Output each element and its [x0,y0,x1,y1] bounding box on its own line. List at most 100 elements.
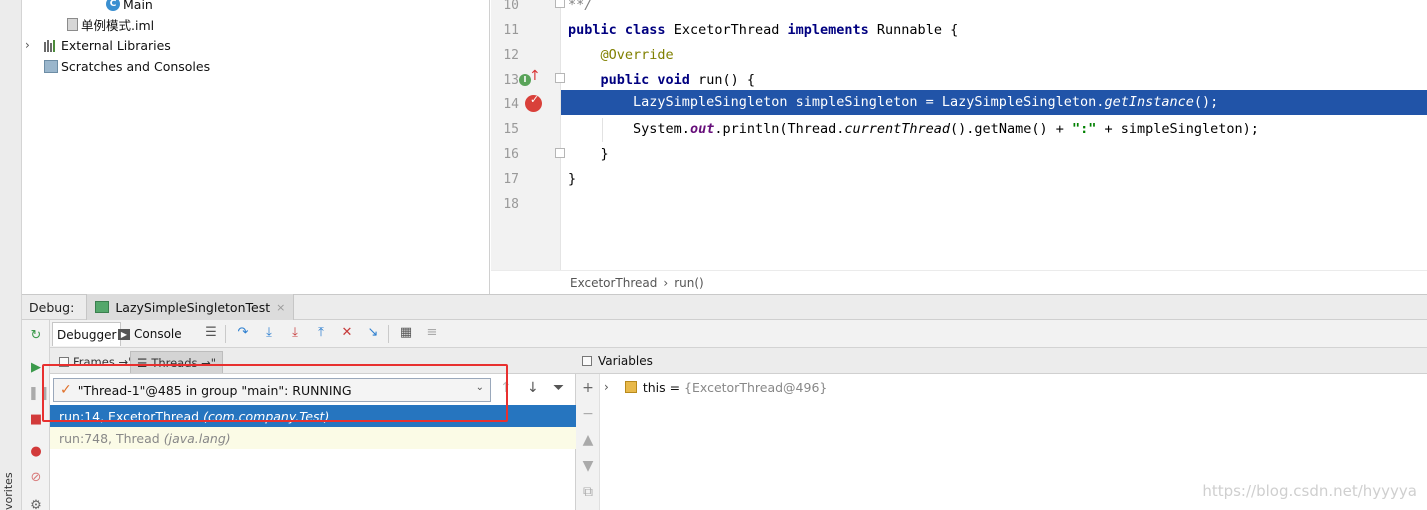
frame-location: run:748, Thread [59,430,160,446]
tree-item-label: 单例模式.iml [81,17,155,33]
code-line[interactable]: 15 System.out.println(Thread.currentThre… [491,117,1427,142]
left-tool-strip: vorites [0,0,22,510]
code-line[interactable]: 16 } [491,142,1427,167]
view-breakpoints-icon[interactable]: ● [28,444,44,460]
run-to-cursor-icon[interactable]: ↘ [365,325,381,341]
fold-icon[interactable] [555,148,565,158]
tree-item-label: Scratches and Consoles [61,58,211,74]
indent-guide [602,118,603,142]
module-file-icon [67,17,78,31]
editor-breadcrumb: ExcetorThread › run() [491,270,1427,294]
code-line[interactable]: 18 [491,192,1427,217]
variables-header: Variables [576,348,1427,374]
annotation-highlight-box [42,364,508,422]
menu-icon[interactable]: ☰ [203,325,219,341]
line-number: 18 [503,197,519,212]
debug-toolbar: Debugger ▶ Console ☰ ↷ ⤓ ⤓ ⤒ ✕ ↘ ▦ ≡ [22,320,1427,348]
fold-icon[interactable] [555,0,565,8]
variables-icon [582,355,592,366]
code-line[interactable]: 17 } [491,167,1427,192]
settings-icon[interactable]: ⚙ [28,498,44,510]
arrow-up-icon: ↑ [529,68,541,84]
tree-item-iml[interactable]: 单例模式.iml [67,14,154,34]
trace-icon[interactable]: ≡ [424,325,440,341]
close-icon[interactable]: × [276,301,285,314]
breadcrumb-separator: › [663,275,669,290]
step-over-icon[interactable]: ↷ [235,325,251,341]
variable-equals: = [665,379,685,395]
move-down-icon[interactable]: ▼ [580,458,596,474]
filter-icon[interactable]: ⏷ [553,380,564,396]
frame-package: (java.lang) [163,430,231,446]
code-text: } [600,146,609,162]
breadcrumb-method[interactable]: run() [674,276,704,290]
toolbar-separator [225,325,226,343]
variable-name: this [642,379,666,395]
tab-console-label: Console [134,327,182,341]
debug-label: Debug: [29,299,75,315]
code-line[interactable]: 11 public class ExcetorThread implements… [491,18,1427,43]
line-number: 14 [503,97,519,112]
code-text: @Override [600,47,674,63]
code-line-gutter[interactable]: 14 ✓ [491,92,561,117]
field-icon [624,381,637,393]
breadcrumb-class[interactable]: ExcetorThread [570,276,657,290]
drop-frame-icon[interactable]: ✕ [339,325,355,341]
scratches-icon [44,59,58,73]
tree-item-label: External Libraries [61,37,171,53]
current-execution-line[interactable]: LazySimpleSingleton simpleSingleton = La… [561,90,1427,115]
run-config-icon [95,301,110,313]
add-watch-icon[interactable]: + [580,380,596,396]
evaluate-expression-icon[interactable]: ▦ [398,325,414,341]
code-text: **/ [568,0,593,13]
code-line[interactable]: 10 **/ [491,0,1427,18]
debug-session-tab[interactable]: LazySimpleSingletonTest × [86,294,295,320]
tree-item-label: Main [123,0,153,12]
remove-watch-icon[interactable]: − [580,406,596,422]
chevron-right-icon[interactable]: › [25,38,30,52]
force-step-into-icon[interactable]: ⤓ [287,325,303,341]
code-text: System.out.println(Thread.currentThread(… [633,121,1259,137]
check-icon: ✓ [530,93,540,106]
code-text: public class ExcetorThread implements Ru… [568,22,959,38]
tab-debugger[interactable]: Debugger [52,322,122,346]
code-line[interactable]: 12 @Override [491,43,1427,68]
code-text: } [568,171,577,187]
step-out-icon[interactable]: ⤒ [313,325,329,341]
line-number: 11 [503,23,519,38]
line-number: 16 [503,147,519,162]
debug-session-label: LazySimpleSingletonTest [115,299,271,315]
tree-item-scratches[interactable]: Scratches and Consoles [44,56,210,76]
watermark: https://blog.csdn.net/hyyyya [1202,482,1417,500]
libraries-icon [44,39,58,52]
line-number: 17 [503,172,519,187]
line-number: 10 [503,0,519,13]
tree-item-external-libraries[interactable]: External Libraries [44,35,171,55]
toolbar-separator [388,325,389,343]
rerun-icon[interactable]: ↻ [28,328,44,344]
variable-value: {ExcetorThread@496} [684,379,828,395]
project-tree: C Main 单例模式.iml › External Libraries Scr… [22,0,490,294]
console-icon: ▶ [118,328,130,340]
line-number: 15 [503,122,519,137]
favorites-tool-label[interactable]: vorites [2,470,16,510]
variable-row[interactable]: › this = {ExcetorThread@496} [604,378,827,396]
code-editor[interactable]: 10 **/ 11 public class ExcetorThread imp… [491,0,1427,270]
debug-tool-header: Debug: LazySimpleSingletonTest × [22,294,1427,320]
move-up-icon[interactable]: ▲ [580,432,596,448]
variables-side-actions: + − ▲ ▼ ⧉ [576,374,600,510]
tree-item-main[interactable]: C Main [106,0,153,14]
line-number: 13 [503,73,519,88]
class-icon: C [106,0,120,11]
code-text: LazySimpleSingleton simpleSingleton = La… [633,94,1219,110]
next-frame-icon[interactable]: ↓ [527,380,539,396]
tab-console[interactable]: ▶ Console [114,322,186,346]
frame-row[interactable]: run:748, Thread (java.lang) [50,427,576,449]
copy-icon[interactable]: ⧉ [580,484,596,500]
mute-breakpoints-icon[interactable]: ⊘ [28,470,44,486]
chevron-right-icon[interactable]: › [604,380,609,394]
variables-title: Variables [598,353,653,368]
line-number: 12 [503,48,519,63]
step-into-icon[interactable]: ⤓ [261,325,277,341]
fold-icon[interactable] [555,73,565,83]
